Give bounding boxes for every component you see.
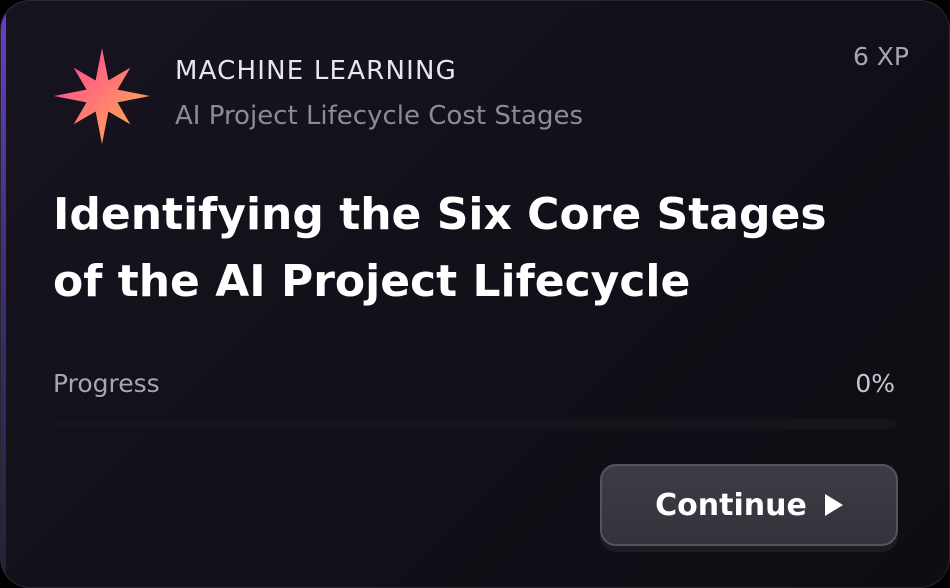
progress-label: Progress <box>53 369 160 398</box>
accent-strip <box>1 1 6 587</box>
progress-bar <box>53 419 897 429</box>
progress-percent: 0% <box>855 369 895 398</box>
xp-badge: 6 XP <box>852 42 909 71</box>
continue-button[interactable]: Continue <box>600 464 898 546</box>
subcategory-label: AI Project Lifecycle Cost Stages <box>175 101 584 131</box>
category-label: MACHINE LEARNING <box>175 56 457 86</box>
continue-label: Continue <box>655 487 807 523</box>
lesson-card[interactable]: MACHINE LEARNING AI Project Lifecycle Co… <box>0 0 950 588</box>
play-icon <box>824 494 843 516</box>
lesson-title: Identifying the Six Core Stages of the A… <box>53 189 827 307</box>
compass-star-icon <box>54 48 150 144</box>
